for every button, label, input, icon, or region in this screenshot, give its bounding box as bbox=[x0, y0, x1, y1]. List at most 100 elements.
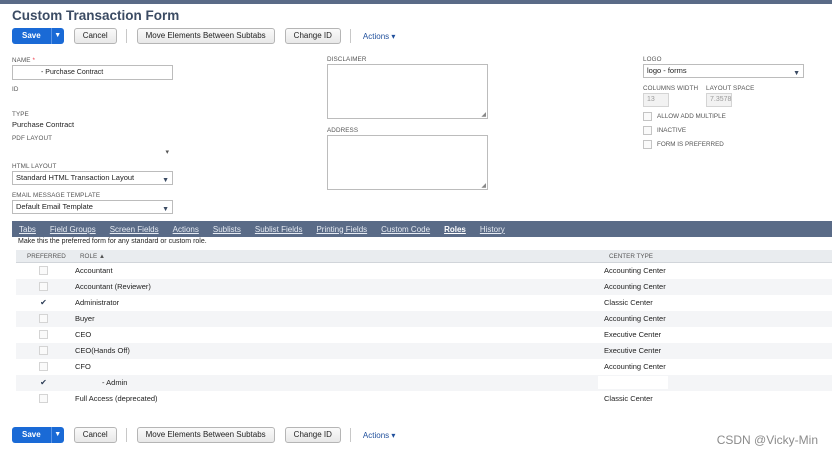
cancel-button[interactable]: Cancel bbox=[73, 427, 117, 443]
pdf-layout-select[interactable]: ▾ bbox=[12, 143, 173, 157]
html-layout-label: HTML LAYOUT bbox=[12, 163, 57, 170]
table-row: CEO Executive Center bbox=[16, 327, 832, 343]
table-row: ✔ - Admin bbox=[16, 375, 832, 391]
form-is-preferred-checkbox[interactable] bbox=[643, 140, 652, 149]
col-preferred[interactable]: PREFERRED bbox=[27, 253, 66, 260]
address-label: ADDRESS bbox=[327, 127, 359, 134]
dropdown-arrow-icon: ▾ bbox=[165, 149, 169, 156]
tab-sublist-fields[interactable]: Sublist Fields bbox=[255, 225, 303, 234]
table-row: CEO(Hands Off) Executive Center bbox=[16, 343, 832, 359]
dropdown-arrow-icon: ▼ bbox=[162, 177, 169, 184]
required-marker: * bbox=[32, 57, 36, 64]
preferred-checkbox[interactable] bbox=[39, 282, 48, 291]
columns-width-field: 13 bbox=[643, 93, 669, 107]
table-row: CFO Accounting Center bbox=[16, 359, 832, 375]
preferred-checkbox[interactable] bbox=[39, 394, 48, 403]
disclaimer-label: DISCLAIMER bbox=[327, 56, 367, 63]
actions-label: Actions bbox=[362, 31, 390, 41]
tab-history[interactable]: History bbox=[480, 225, 505, 234]
table-row: Buyer Accounting Center bbox=[16, 311, 832, 327]
top-toolbar: Save ▼ Cancel Move Elements Between Subt… bbox=[12, 28, 395, 44]
tab-actions[interactable]: Actions bbox=[173, 225, 199, 234]
bottom-toolbar: Save ▼ Cancel Move Elements Between Subt… bbox=[12, 427, 395, 443]
name-input[interactable]: - Purchase Contract bbox=[12, 65, 173, 80]
preferred-checkbox[interactable] bbox=[39, 314, 48, 323]
dropdown-arrow-icon: ▼ bbox=[793, 70, 800, 77]
dropdown-arrow-icon: ▼ bbox=[162, 206, 169, 213]
role-name: CFO bbox=[75, 362, 91, 371]
html-layout-select[interactable]: Standard HTML Transaction Layout ▼ bbox=[12, 171, 173, 185]
move-elements-button[interactable]: Move Elements Between Subtabs bbox=[136, 427, 275, 443]
toolbar-divider bbox=[125, 29, 127, 43]
type-label: TYPE bbox=[12, 111, 29, 118]
form-is-preferred-option: FORM IS PREFERRED bbox=[643, 140, 724, 149]
email-template-select[interactable]: Default Email Template ▼ bbox=[12, 200, 173, 214]
subtab-bar: Tabs Field Groups Screen Fields Actions … bbox=[12, 221, 832, 237]
roles-hint-text: Make this the preferred form for any sta… bbox=[18, 238, 207, 245]
preferred-checkbox[interactable] bbox=[39, 330, 48, 339]
center-type: Classic Center bbox=[604, 298, 653, 307]
allow-add-multiple-checkbox[interactable] bbox=[643, 112, 652, 121]
inactive-option: INACTIVE bbox=[643, 126, 686, 135]
change-id-button[interactable]: Change ID bbox=[284, 28, 341, 44]
disclaimer-textarea[interactable]: ◢ bbox=[327, 64, 488, 119]
checkmark-icon: ✔ bbox=[40, 298, 47, 307]
change-id-button[interactable]: Change ID bbox=[284, 427, 341, 443]
preferred-checkbox[interactable] bbox=[39, 362, 48, 371]
address-textarea[interactable]: ◢ bbox=[327, 135, 488, 190]
table-row: Accountant Accounting Center bbox=[16, 263, 832, 279]
checkmark-icon: ✔ bbox=[40, 378, 47, 387]
preferred-checkbox[interactable]: ✔ bbox=[39, 378, 48, 387]
role-name: CEO bbox=[75, 330, 92, 339]
center-type: Classic Center bbox=[604, 394, 653, 403]
allow-add-multiple-option: ALLOW ADD MULTIPLE bbox=[643, 112, 726, 121]
col-role[interactable]: ROLE ▲ bbox=[80, 253, 105, 260]
columns-width-label: COLUMNS WIDTH bbox=[643, 85, 699, 92]
tab-printing-fields[interactable]: Printing Fields bbox=[316, 225, 367, 234]
table-row: Full Access (deprecated) Classic Center bbox=[16, 391, 832, 407]
tab-roles[interactable]: Roles bbox=[444, 225, 466, 234]
center-type: Accounting Center bbox=[604, 282, 666, 291]
logo-select[interactable]: logo - forms ▼ bbox=[643, 64, 804, 78]
save-dropdown-icon[interactable]: ▼ bbox=[50, 28, 64, 44]
cancel-button[interactable]: Cancel bbox=[73, 28, 117, 44]
tab-tabs[interactable]: Tabs bbox=[19, 225, 36, 234]
tab-field-groups[interactable]: Field Groups bbox=[50, 225, 96, 234]
id-label: ID bbox=[12, 86, 19, 93]
roles-table-header: PREFERRED ROLE ▲ CENTER TYPE bbox=[16, 250, 832, 263]
preferred-checkbox[interactable]: ✔ bbox=[39, 298, 48, 307]
toolbar-divider bbox=[349, 428, 351, 442]
save-button[interactable]: Save ▼ bbox=[12, 28, 64, 44]
html-layout-value: Standard HTML Transaction Layout bbox=[16, 173, 135, 182]
role-name: Buyer bbox=[75, 314, 95, 323]
resize-grip-icon[interactable]: ◢ bbox=[481, 182, 486, 189]
tab-sublists[interactable]: Sublists bbox=[213, 225, 241, 234]
center-type: Executive Center bbox=[604, 330, 662, 339]
role-name: Accountant (Reviewer) bbox=[75, 282, 151, 291]
save-button-label: Save bbox=[22, 31, 41, 40]
tab-custom-code[interactable]: Custom Code bbox=[381, 225, 430, 234]
layout-space-field: 7.3578 bbox=[706, 93, 732, 107]
tab-screen-fields[interactable]: Screen Fields bbox=[110, 225, 159, 234]
table-row: Accountant (Reviewer) Accounting Center bbox=[16, 279, 832, 295]
top-accent-bar bbox=[0, 0, 832, 4]
inactive-checkbox[interactable] bbox=[643, 126, 652, 135]
move-elements-button[interactable]: Move Elements Between Subtabs bbox=[136, 28, 275, 44]
watermark-text: CSDN @Vicky-Min bbox=[716, 433, 818, 447]
preferred-checkbox[interactable] bbox=[39, 266, 48, 275]
page-title: Custom Transaction Form bbox=[12, 8, 180, 23]
center-type: Accounting Center bbox=[604, 362, 666, 371]
resize-grip-icon[interactable]: ◢ bbox=[481, 111, 486, 118]
center-type: Executive Center bbox=[604, 346, 662, 355]
role-name: Accountant bbox=[75, 266, 113, 275]
actions-menu[interactable]: Actions ▾ bbox=[363, 431, 395, 440]
toolbar-divider bbox=[349, 29, 351, 43]
email-template-value: Default Email Template bbox=[16, 202, 93, 211]
preferred-checkbox[interactable] bbox=[39, 346, 48, 355]
type-value: Purchase Contract bbox=[12, 120, 75, 129]
save-dropdown-icon[interactable]: ▼ bbox=[50, 427, 64, 443]
col-center-type[interactable]: CENTER TYPE bbox=[609, 253, 653, 260]
save-button[interactable]: Save ▼ bbox=[12, 427, 64, 443]
center-type-blank bbox=[598, 376, 668, 389]
actions-menu[interactable]: Actions ▾ bbox=[363, 32, 395, 41]
